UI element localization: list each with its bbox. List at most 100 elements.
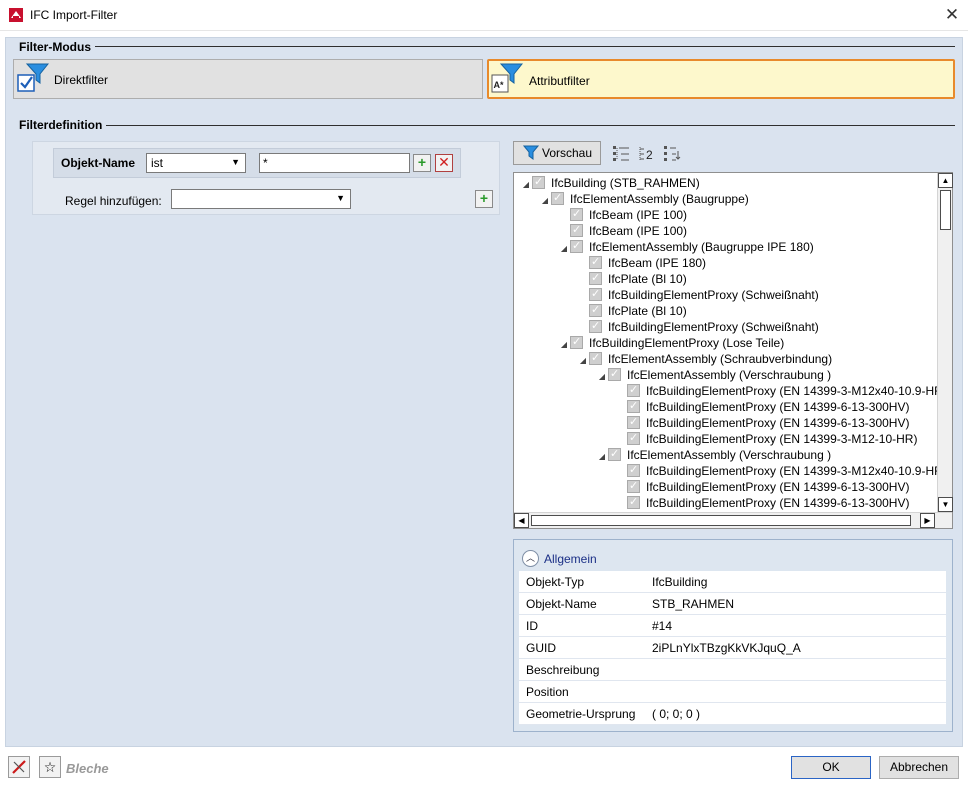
tree-checkbox[interactable] <box>589 318 602 334</box>
tree-checkbox[interactable] <box>570 334 583 350</box>
tree-row[interactable]: IfcBuildingElementProxy (EN 14399-3-M12-… <box>615 430 918 447</box>
tree-row-label: IfcBuildingElementProxy (EN 14399-3-M12-… <box>646 432 918 446</box>
tree-row[interactable]: IfcBuildingElementProxy (EN 14399-6-13-3… <box>615 414 909 431</box>
tree-checkbox[interactable] <box>570 222 583 238</box>
property-key: Beschreibung <box>526 663 600 677</box>
tree-row-label: IfcElementAssembly (Verschraubung ) <box>627 368 832 382</box>
rule-value-input[interactable]: * <box>259 153 410 173</box>
tree-checkbox[interactable] <box>589 286 602 302</box>
tree-checkbox[interactable] <box>627 382 640 398</box>
svg-text:A*: A* <box>494 80 504 90</box>
tree-checkbox[interactable] <box>570 206 583 222</box>
level-icon[interactable]: 2 <box>638 145 658 166</box>
delete-preset-button[interactable] <box>8 756 30 778</box>
tree-checkbox[interactable] <box>589 302 602 318</box>
tree-row[interactable]: IfcBeam (IPE 180) <box>577 254 706 271</box>
remove-rule-button[interactable]: ✕ <box>435 154 453 172</box>
tree-checkbox[interactable] <box>627 494 640 510</box>
tree-row[interactable]: IfcPlate (Bl 10) <box>577 270 687 287</box>
properties-section-title[interactable]: Allgemein <box>544 552 597 566</box>
collapse-all-icon[interactable] <box>662 145 682 166</box>
expand-arrow-icon[interactable]: ◢ <box>558 241 570 257</box>
collapse-section-icon[interactable]: ︿ <box>522 550 539 567</box>
expand-arrow-icon[interactable]: ◢ <box>577 353 589 369</box>
cancel-button[interactable]: Abbrechen <box>879 756 959 779</box>
tree-row[interactable]: ◢ IfcElementAssembly (Baugruppe IPE 180) <box>558 238 814 257</box>
tree-checkbox[interactable] <box>627 462 640 478</box>
tree-row[interactable]: ◢ IfcElementAssembly (Schraubverbindung) <box>577 350 832 369</box>
filter-icon <box>522 145 540 164</box>
property-row: Beschreibung <box>519 659 946 681</box>
tree-checkbox[interactable] <box>589 350 602 366</box>
tree-row[interactable]: IfcBeam (IPE 100) <box>558 222 687 239</box>
property-row: GUID 2iPLnYlxTBzgKkVKJquQ_A <box>519 637 946 659</box>
direct-filter-button[interactable]: Direktfilter <box>13 59 483 99</box>
scroll-right-icon[interactable]: ▶ <box>920 513 935 528</box>
tree-row-label: IfcBuildingElementProxy (Schweißnaht) <box>608 320 819 334</box>
ok-button[interactable]: OK <box>791 756 871 779</box>
favorite-star-icon[interactable]: ☆ <box>39 756 61 778</box>
tree-row[interactable]: IfcBuildingElementProxy (Schweißnaht) <box>577 286 819 303</box>
tree-checkbox[interactable] <box>627 414 640 430</box>
close-icon[interactable]: ✕ <box>941 4 963 26</box>
tree-checkbox[interactable] <box>627 430 640 446</box>
tree-checkbox[interactable] <box>589 254 602 270</box>
object-tree[interactable]: ◢IfcBuilding (STB_RAHMEN)◢IfcElementAsse… <box>513 172 953 529</box>
attribute-filter-button[interactable]: A* Attributfilter <box>487 59 955 99</box>
tree-row[interactable]: ◢ IfcBuildingElementProxy (Lose Teile) <box>558 334 785 353</box>
tree-row[interactable]: IfcBuildingElementProxy (EN 14399-3-M12x… <box>615 462 947 479</box>
add-rule-button[interactable]: + <box>475 190 493 208</box>
property-value: ( 0; 0; 0 ) <box>652 707 701 721</box>
tree-checkbox[interactable] <box>570 238 583 254</box>
property-key: Objekt-Typ <box>526 575 585 589</box>
tree-checkbox[interactable] <box>589 270 602 286</box>
tree-checkbox[interactable] <box>608 366 621 382</box>
tree-checkbox[interactable] <box>532 174 545 190</box>
vertical-scroll-thumb[interactable] <box>940 190 951 230</box>
filter-definition-divider <box>105 125 955 126</box>
tree-checkbox[interactable] <box>608 446 621 462</box>
tree-checkbox[interactable] <box>551 190 564 206</box>
tree-row-label: IfcPlate (Bl 10) <box>608 272 687 286</box>
expand-arrow-icon[interactable]: ◢ <box>596 449 608 465</box>
property-row: ID #14 <box>519 615 946 637</box>
tree-checkbox[interactable] <box>627 478 640 494</box>
preview-button[interactable]: Vorschau <box>513 141 601 165</box>
property-key: ID <box>526 619 538 633</box>
expand-all-icon[interactable] <box>611 145 631 166</box>
tree-row[interactable]: ◢ IfcElementAssembly (Baugruppe) <box>539 190 749 209</box>
tree-row[interactable]: IfcBuildingElementProxy (EN 14399-6-13-3… <box>615 478 909 495</box>
scroll-down-icon[interactable]: ▼ <box>938 497 953 512</box>
tree-row[interactable]: IfcBuildingElementProxy (EN 14399-3-M12x… <box>615 382 947 399</box>
horizontal-scrollbar[interactable]: ◀ ▶ <box>514 512 952 528</box>
expand-arrow-icon[interactable]: ◢ <box>596 369 608 385</box>
tree-row[interactable]: ◢ IfcElementAssembly (Verschraubung ) <box>596 366 832 385</box>
rule-operator-select[interactable]: ist ▼ <box>146 153 246 173</box>
vertical-scrollbar[interactable]: ▲ ▼ <box>937 173 953 513</box>
rule-field-label: Objekt-Name <box>61 156 136 170</box>
expand-arrow-icon[interactable]: ◢ <box>539 193 551 209</box>
tree-row[interactable]: IfcBeam (IPE 100) <box>558 206 687 223</box>
property-value: 2iPLnYlxTBzgKkVKJquQ_A <box>652 641 801 655</box>
chevron-down-icon: ▼ <box>231 157 240 167</box>
tree-row[interactable]: IfcBuildingElementProxy (EN 14399-6-13-3… <box>615 398 909 415</box>
add-rule-select[interactable]: ▼ <box>171 189 351 209</box>
expand-arrow-icon[interactable]: ◢ <box>520 177 532 193</box>
tree-row[interactable]: IfcPlate (Bl 10) <box>577 302 687 319</box>
tree-row[interactable]: ◢ IfcBuilding (STB_RAHMEN) <box>520 174 700 193</box>
property-key: GUID <box>526 641 556 655</box>
tree-row[interactable]: IfcBuildingElementProxy (EN 14399-6-13-3… <box>615 494 909 511</box>
tree-row-label: IfcBuildingElementProxy (Schweißnaht) <box>608 288 819 302</box>
expand-arrow-icon[interactable]: ◢ <box>558 337 570 353</box>
tree-row-label: IfcBuildingElementProxy (Lose Teile) <box>589 336 785 350</box>
tree-row-label: IfcBuildingElementProxy (EN 14399-3-M12x… <box>646 464 947 478</box>
tree-checkbox[interactable] <box>627 398 640 414</box>
horizontal-scroll-thumb[interactable] <box>531 515 911 526</box>
rule-value-text: * <box>263 156 268 170</box>
add-condition-button[interactable]: + <box>413 154 431 172</box>
scroll-left-icon[interactable]: ◀ <box>514 513 529 528</box>
scroll-up-icon[interactable]: ▲ <box>938 173 953 188</box>
tree-row[interactable]: ◢ IfcElementAssembly (Verschraubung ) <box>596 446 831 465</box>
direct-filter-label: Direktfilter <box>54 73 109 87</box>
tree-row[interactable]: IfcBuildingElementProxy (Schweißnaht) <box>577 318 819 335</box>
